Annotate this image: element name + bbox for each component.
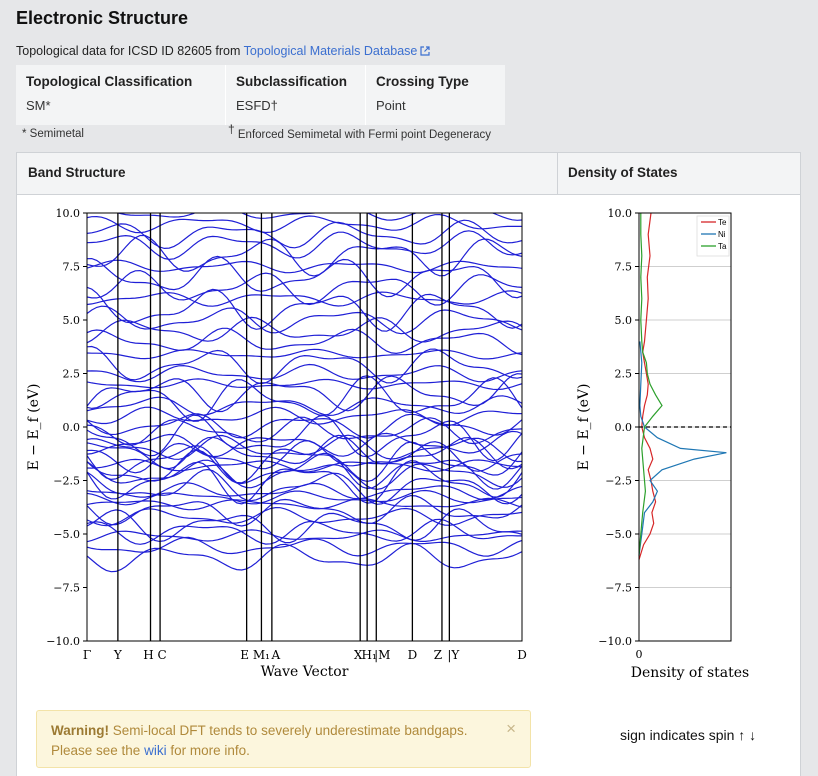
x-tick-label: |Y <box>447 648 460 662</box>
y-tick-label: 2.5 <box>63 368 81 381</box>
y-tick-label: 10.0 <box>56 207 81 220</box>
x-tick-label: D <box>408 648 418 662</box>
y-tick-label: 5.0 <box>63 314 81 327</box>
subclassification-value: ESFD† <box>236 98 278 113</box>
dos-y-tick-label: 2.5 <box>615 368 633 381</box>
x-tick-label: A <box>271 648 281 662</box>
external-link-icon <box>420 46 430 56</box>
band-structure-chart: 10.0 7.5 5.0 2.5 0.0 −2.5 −5.0 −7.5 −10.0Γ Y H C E M₁… <box>26 207 527 680</box>
x-tick-label: Y <box>113 648 123 662</box>
band-line <box>87 508 522 544</box>
close-icon[interactable]: × <box>506 719 516 739</box>
band-structure-header: Band Structure <box>28 165 126 180</box>
topological-classification-value: SM* <box>26 98 51 113</box>
band-line <box>87 497 522 511</box>
topological-db-link[interactable]: Topological Materials Database <box>244 44 431 58</box>
legend-label-te: Te <box>718 218 727 227</box>
crossing-type-value: Point <box>376 98 406 113</box>
band-line <box>87 468 522 505</box>
band-line <box>87 440 522 474</box>
band-line <box>87 395 522 417</box>
dos-y-tick-label: 10.0 <box>608 207 633 220</box>
band-line <box>87 219 522 250</box>
band-line <box>87 489 522 506</box>
classification-table: Topological Classification SM* Subclassi… <box>16 65 505 125</box>
x-tick-label: |M <box>374 648 390 662</box>
legend-label-ni: Ni <box>718 230 726 239</box>
band-line <box>87 363 522 383</box>
warning-text1: Semi-local DFT tends to severely underes… <box>112 723 468 738</box>
header-divider <box>557 153 558 194</box>
warning-text2: Please see the <box>51 743 141 758</box>
dos-y-tick-label: −10.0 <box>598 635 632 648</box>
dos-y-tick-label: 5.0 <box>615 314 633 327</box>
classification-column: Topological Classification SM* <box>16 65 225 125</box>
y-tick-label: −5.0 <box>53 528 80 541</box>
band-line <box>87 406 522 427</box>
subclassification-header: Subclassification <box>236 74 348 89</box>
subclassification-column: Subclassification ESFD† <box>225 65 365 125</box>
dagger-mark: † <box>228 122 235 136</box>
dos-y-tick-label: −5.0 <box>605 528 632 541</box>
panel-header: Band Structure Density of States <box>17 153 800 195</box>
warning-text3: for more info. <box>170 743 250 758</box>
dos-chart: 10.0 7.5 5.0 2.5 0.0 −2.5 −5.0 −7.5 −10.0 0 Densit… <box>576 207 750 681</box>
intro-text: Topological data for ICSD ID 82605 from <box>16 44 241 58</box>
band-line <box>87 542 522 573</box>
x-tick-label: H <box>143 648 153 662</box>
y-tick-label: −2.5 <box>53 475 80 488</box>
y-tick-label: −10.0 <box>46 635 80 648</box>
band-lines <box>87 213 522 573</box>
warning-strong: Warning! <box>51 723 109 738</box>
x-tick-label: C <box>157 648 166 662</box>
dos-y-tick-label: −7.5 <box>605 582 632 595</box>
spin-note: sign indicates spin ↑ ↓ <box>620 727 757 743</box>
band-frame <box>86 212 523 642</box>
dos-y-tick-label: 0.0 <box>615 421 633 434</box>
x-tick-label: E <box>240 648 249 662</box>
band-line <box>87 305 522 335</box>
y-tick-label: 0.0 <box>63 421 81 434</box>
dos-y-axis-label: E − E_f (eV) <box>576 383 592 470</box>
y-axis-label: E − E_f (eV) <box>26 383 42 470</box>
esfd-footnote: † Enforced Semimetal with Fermi point De… <box>228 122 491 141</box>
esfd-footnote-text: Enforced Semimetal with Fermi point Dege… <box>237 128 491 141</box>
dos-x-tick-label: 0 <box>636 648 643 661</box>
band-line <box>87 269 522 306</box>
band-line <box>87 494 522 527</box>
dos-y-tick-label: 7.5 <box>615 261 633 274</box>
band-line <box>87 286 522 332</box>
band-line <box>87 230 522 261</box>
dos-legend: Te Ni Ta <box>696 215 730 257</box>
x-tick-label: Γ <box>83 648 91 662</box>
band-line <box>87 213 522 234</box>
legend-label-ta: Ta <box>718 242 727 251</box>
y-tick-label: −7.5 <box>53 582 80 595</box>
band-line <box>87 316 522 344</box>
band-line <box>87 460 522 505</box>
x-tick-label: D <box>517 648 527 662</box>
y-tick-label: 7.5 <box>63 261 81 274</box>
crossing-type-column: Crossing Type Point <box>365 65 505 125</box>
page-title: Electronic Structure <box>16 8 189 28</box>
crossing-type-header: Crossing Type <box>376 74 469 89</box>
x-tick-label: Z <box>434 648 442 662</box>
intro-line: Topological data for ICSD ID 82605 from … <box>16 44 430 58</box>
dos-y-tick-label: −2.5 <box>605 475 632 488</box>
topological-classification-header: Topological Classification <box>26 74 193 89</box>
wiki-link[interactable]: wiki <box>144 743 167 758</box>
dft-warning-alert: Warning! Semi-local DFT tends to severel… <box>36 710 531 768</box>
topological-db-link-text: Topological Materials Database <box>243 44 418 58</box>
band-line <box>87 378 522 391</box>
dos-x-axis-label: Density of states <box>631 665 750 681</box>
x-axis-label: Wave Vector <box>261 664 349 680</box>
dos-header: Density of States <box>568 165 678 180</box>
band-line <box>87 259 522 274</box>
x-tick-label: M₁ <box>253 648 270 662</box>
band-line <box>87 348 522 360</box>
semimetal-footnote: * Semimetal <box>22 128 84 140</box>
